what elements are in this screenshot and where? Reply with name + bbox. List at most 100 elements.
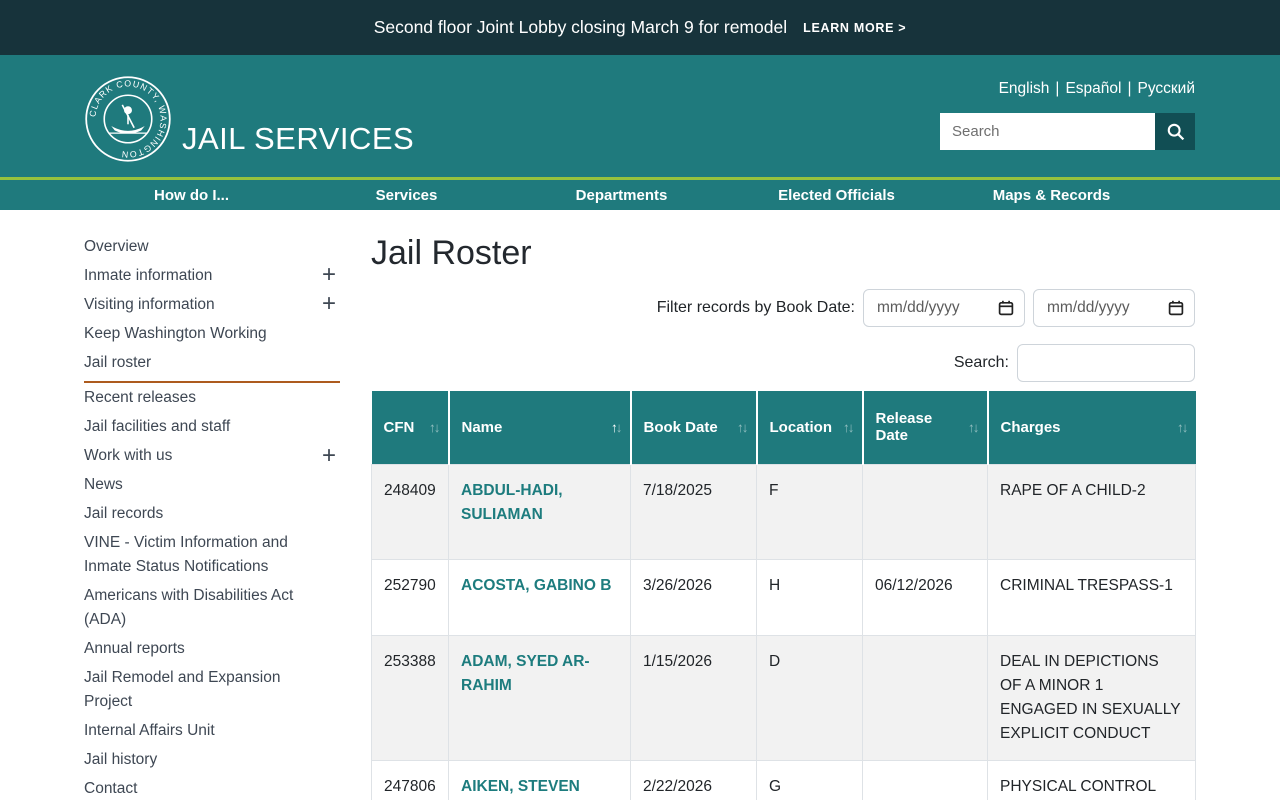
cell-release-date xyxy=(862,759,988,800)
cell-cfn: 252790 xyxy=(371,558,449,636)
expand-plus-icon[interactable]: + xyxy=(322,442,336,469)
nav-maps-records[interactable]: Maps & Records xyxy=(944,187,1159,204)
cell-name: ADAM, SYED AR-RAHIM xyxy=(448,634,631,761)
inmate-name-link[interactable]: ACOSTA, GABINO B xyxy=(461,577,611,594)
sidebar-item-jail-records[interactable]: Jail records xyxy=(84,500,340,529)
clark-county-logo[interactable]: CLARK COUNTY, WASHINGTON xyxy=(84,75,172,163)
main-nav: How do I... Services Departments Elected… xyxy=(0,180,1280,210)
nav-departments[interactable]: Departments xyxy=(514,187,729,204)
site-search-button[interactable] xyxy=(1155,113,1195,150)
page: Second floor Joint Lobby closing March 9… xyxy=(0,0,1280,800)
cell-release-date xyxy=(862,634,988,761)
inmate-name-link[interactable]: ADAM, SYED AR-RAHIM xyxy=(461,653,590,694)
filter-label: Filter records by Book Date: xyxy=(656,299,855,316)
page-title: Jail Roster xyxy=(371,234,532,272)
sidebar-item-overview[interactable]: Overview xyxy=(84,232,340,261)
language-switcher: English | Español | Русский xyxy=(999,80,1195,98)
cell-book-date: 3/26/2026 xyxy=(630,558,757,636)
site-title: JAIL SERVICES xyxy=(182,121,415,156)
sidebar-item-jail-remodel[interactable]: Jail Remodel and Expansion Project xyxy=(84,664,340,717)
site-search-input[interactable] xyxy=(940,113,1155,150)
book-date-start-field xyxy=(863,289,1025,327)
site-search xyxy=(940,113,1195,150)
cell-name: ABDUL-HADI, SULIAMAN xyxy=(448,463,631,560)
table-row: 248409 ABDUL-HADI, SULIAMAN 7/18/2025 F … xyxy=(371,463,1196,560)
cell-cfn: 248409 xyxy=(371,463,449,560)
expand-plus-icon[interactable]: + xyxy=(322,291,336,317)
language-english[interactable]: English xyxy=(999,80,1050,97)
table-row: 252790 ACOSTA, GABINO B 3/26/2026 H 06/1… xyxy=(371,558,1196,636)
sort-icon: ↑↓ xyxy=(1177,419,1188,435)
sidebar-item-jail-roster[interactable]: Jail roster xyxy=(84,348,340,383)
alert-learn-more-link[interactable]: LEARN MORE > xyxy=(803,21,906,35)
sidebar-item-visiting-information[interactable]: Visiting information + xyxy=(84,290,340,319)
book-date-filter: Filter records by Book Date: xyxy=(371,289,1195,327)
column-header-name[interactable]: Name ↑↓ xyxy=(448,391,632,464)
sort-icon-active-asc: ↑↓ xyxy=(611,419,622,435)
sidebar-item-jail-facilities-and-staff[interactable]: Jail facilities and staff xyxy=(84,413,340,442)
nav-how-do-i[interactable]: How do I... xyxy=(84,187,299,204)
content-area: Overview Inmate information + Visiting in… xyxy=(0,210,1280,800)
sort-icon: ↑↓ xyxy=(843,419,854,435)
sidebar-item-inmate-information[interactable]: Inmate information + xyxy=(84,261,340,290)
sidebar-item-jail-history[interactable]: Jail history xyxy=(84,746,340,775)
cell-location: D xyxy=(756,634,863,761)
sidebar-item-recent-releases[interactable]: Recent releases xyxy=(84,384,340,413)
cell-cfn: 247806 xyxy=(371,759,449,800)
site-header: CLARK COUNTY, WASHINGTON JAIL SERVICES E… xyxy=(0,55,1280,177)
cell-name: ACOSTA, GABINO B xyxy=(448,558,631,636)
alert-banner: Second floor Joint Lobby closing March 9… xyxy=(0,0,1280,55)
sidebar-item-ada[interactable]: Americans with Disabilities Act (ADA) xyxy=(84,582,340,635)
nav-elected-officials[interactable]: Elected Officials xyxy=(729,187,944,204)
language-espanol[interactable]: Español xyxy=(1065,80,1121,97)
sort-icon: ↑↓ xyxy=(429,419,440,435)
cell-cfn: 253388 xyxy=(371,634,449,761)
table-row: 253388 ADAM, SYED AR-RAHIM 1/15/2026 D D… xyxy=(371,634,1196,761)
nav-services[interactable]: Services xyxy=(299,187,514,204)
column-header-location[interactable]: Location ↑↓ xyxy=(756,391,864,464)
language-russian[interactable]: Русский xyxy=(1137,80,1195,97)
cell-book-date: 2/22/2026 xyxy=(630,759,757,800)
cell-release-date: 06/12/2026 xyxy=(862,558,988,636)
language-separator: | xyxy=(1127,80,1132,97)
cell-charges: RAPE OF A CHILD-2 xyxy=(987,463,1196,560)
cell-location: G xyxy=(756,759,863,800)
inmate-name-link[interactable]: AIKEN, STEVEN xyxy=(461,778,580,795)
column-header-book-date[interactable]: Book Date ↑↓ xyxy=(630,391,758,464)
roster-search-label: Search: xyxy=(953,354,1009,371)
alert-banner-text: Second floor Joint Lobby closing March 9… xyxy=(373,17,788,37)
sidebar-item-internal-affairs-unit[interactable]: Internal Affairs Unit xyxy=(84,717,340,746)
language-separator: | xyxy=(1055,80,1060,97)
column-header-release-date[interactable]: Release Date ↑↓ xyxy=(862,391,989,464)
cell-charges: PHYSICAL CONTROL xyxy=(987,759,1196,800)
canoe-figure-icon xyxy=(108,104,148,134)
sidebar-item-keep-washington-working[interactable]: Keep Washington Working xyxy=(84,319,340,348)
expand-plus-icon[interactable]: + xyxy=(322,262,336,288)
table-row: 247806 AIKEN, STEVEN 2/22/2026 G PHYSICA… xyxy=(371,759,1196,800)
cell-location: F xyxy=(756,463,863,560)
cell-charges: CRIMINAL TRESPASS-1 xyxy=(987,558,1196,636)
book-date-end-input[interactable] xyxy=(1033,289,1195,327)
sidebar-item-news[interactable]: News xyxy=(84,471,340,500)
table-header-row: CFN ↑↓ Name ↑↓ Book Date ↑↓ Location ↑↓ Rele… xyxy=(371,391,1196,464)
inmate-name-link[interactable]: ABDUL-HADI, SULIAMAN xyxy=(461,482,563,523)
main-column: Jail Roster Filter records by Book Date: xyxy=(371,234,1196,800)
column-header-charges[interactable]: Charges ↑↓ xyxy=(987,391,1196,464)
column-header-cfn[interactable]: CFN ↑↓ xyxy=(371,391,450,464)
cell-release-date xyxy=(862,463,988,560)
roster-search-input[interactable] xyxy=(1017,344,1195,382)
roster-search: Search: xyxy=(371,344,1195,382)
cell-location: H xyxy=(756,558,863,636)
cell-book-date: 1/15/2026 xyxy=(630,634,757,761)
sort-icon: ↑↓ xyxy=(737,419,748,435)
sidebar-item-work-with-us[interactable]: Work with us + xyxy=(84,442,340,471)
sidebar-item-annual-reports[interactable]: Annual reports xyxy=(84,635,340,664)
sort-icon: ↑↓ xyxy=(968,419,979,435)
sidebar-item-contact[interactable]: Contact xyxy=(84,775,340,800)
cell-name: AIKEN, STEVEN xyxy=(448,759,631,800)
search-icon xyxy=(1167,123,1184,141)
sidebar-item-vine[interactable]: VINE - Victim Information and Inmate Sta… xyxy=(84,529,340,582)
book-date-start-input[interactable] xyxy=(863,289,1025,327)
book-date-end-field xyxy=(1033,289,1195,327)
sidebar-menu: Overview Inmate information + Visiting in… xyxy=(84,232,340,800)
